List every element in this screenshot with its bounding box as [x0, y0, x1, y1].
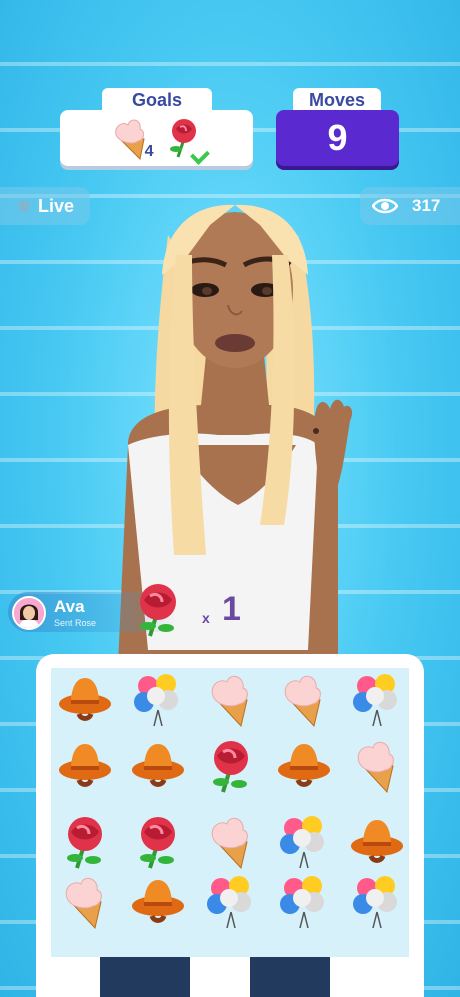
- board-tile-ice-cream[interactable]: [55, 872, 115, 932]
- board-tile-hat[interactable]: [347, 812, 407, 872]
- hat-icon: [132, 744, 184, 787]
- board-tile-rose[interactable]: [55, 812, 115, 872]
- moves-label: Moves: [293, 88, 381, 112]
- ice-cream-icon: [357, 741, 394, 794]
- rose-icon: [140, 584, 176, 637]
- board-tile-balloons[interactable]: [274, 812, 334, 872]
- balloons-icon: [280, 876, 324, 929]
- balloons-icon: [353, 876, 397, 929]
- board-tile-hat[interactable]: [55, 670, 115, 730]
- board-tile-balloons[interactable]: [274, 872, 334, 932]
- balloons-icon: [353, 674, 397, 727]
- gift-subtitle: Sent Rose: [54, 618, 97, 628]
- board-tile-balloons[interactable]: [201, 872, 261, 932]
- board-tile-balloons[interactable]: [128, 670, 188, 730]
- board-tile-ice-cream[interactable]: [274, 670, 334, 730]
- character-leg: [100, 957, 190, 997]
- goal-count: 4: [144, 143, 154, 160]
- ice-cream-icon: [284, 675, 321, 728]
- hat-icon: [59, 744, 111, 787]
- rose-icon: [213, 741, 248, 793]
- ice-cream-icon: [211, 675, 248, 728]
- avatar[interactable]: [12, 596, 46, 630]
- ice-cream-icon: [211, 817, 248, 870]
- gift-sender-name: Ava: [54, 597, 85, 616]
- board-tile-hat[interactable]: [55, 736, 115, 796]
- board-tile-ice-cream[interactable]: [201, 812, 261, 872]
- moves-count: 9: [276, 110, 399, 166]
- board-tile-rose[interactable]: [128, 812, 188, 872]
- balloons-icon: [134, 674, 178, 727]
- gift-multiplier: x: [202, 610, 210, 626]
- rose-icon: [67, 817, 102, 869]
- hat-icon: [278, 744, 330, 787]
- live-dot-icon: [18, 200, 30, 212]
- ice-cream-icon: [114, 119, 145, 161]
- ice-cream-icon: [65, 877, 102, 930]
- board-tile-rose[interactable]: [201, 736, 261, 796]
- balloons-icon: [280, 816, 324, 869]
- board-tile-hat[interactable]: [128, 872, 188, 932]
- moves-panel: Moves 9: [276, 88, 399, 166]
- viewer-count: 317: [412, 196, 441, 215]
- hat-icon: [351, 820, 403, 863]
- hat-icon: [132, 880, 184, 923]
- board-tile-hat[interactable]: [128, 736, 188, 796]
- goals-label: Goals: [102, 88, 212, 112]
- gift-count: 1: [222, 590, 241, 628]
- live-label: Live: [38, 195, 75, 216]
- board-tile-balloons[interactable]: [347, 670, 407, 730]
- board-tile-ice-cream[interactable]: [347, 736, 407, 796]
- character-leg: [250, 957, 330, 997]
- avatar-face-icon: [14, 598, 44, 628]
- goals-panel: Goals 4: [60, 88, 253, 166]
- live-badge: Live: [0, 187, 90, 225]
- hat-icon: [59, 678, 111, 721]
- board-tile-balloons[interactable]: [347, 872, 407, 932]
- balloons-icon: [207, 876, 251, 929]
- board-tile-hat[interactable]: [274, 736, 334, 796]
- goal-rose: [164, 115, 210, 165]
- rose-icon: [140, 817, 175, 869]
- goals-box: 4: [60, 110, 253, 166]
- match-board: [51, 668, 409, 957]
- board-tile-ice-cream[interactable]: [201, 670, 261, 730]
- goal-ice-cream: 4: [110, 115, 154, 161]
